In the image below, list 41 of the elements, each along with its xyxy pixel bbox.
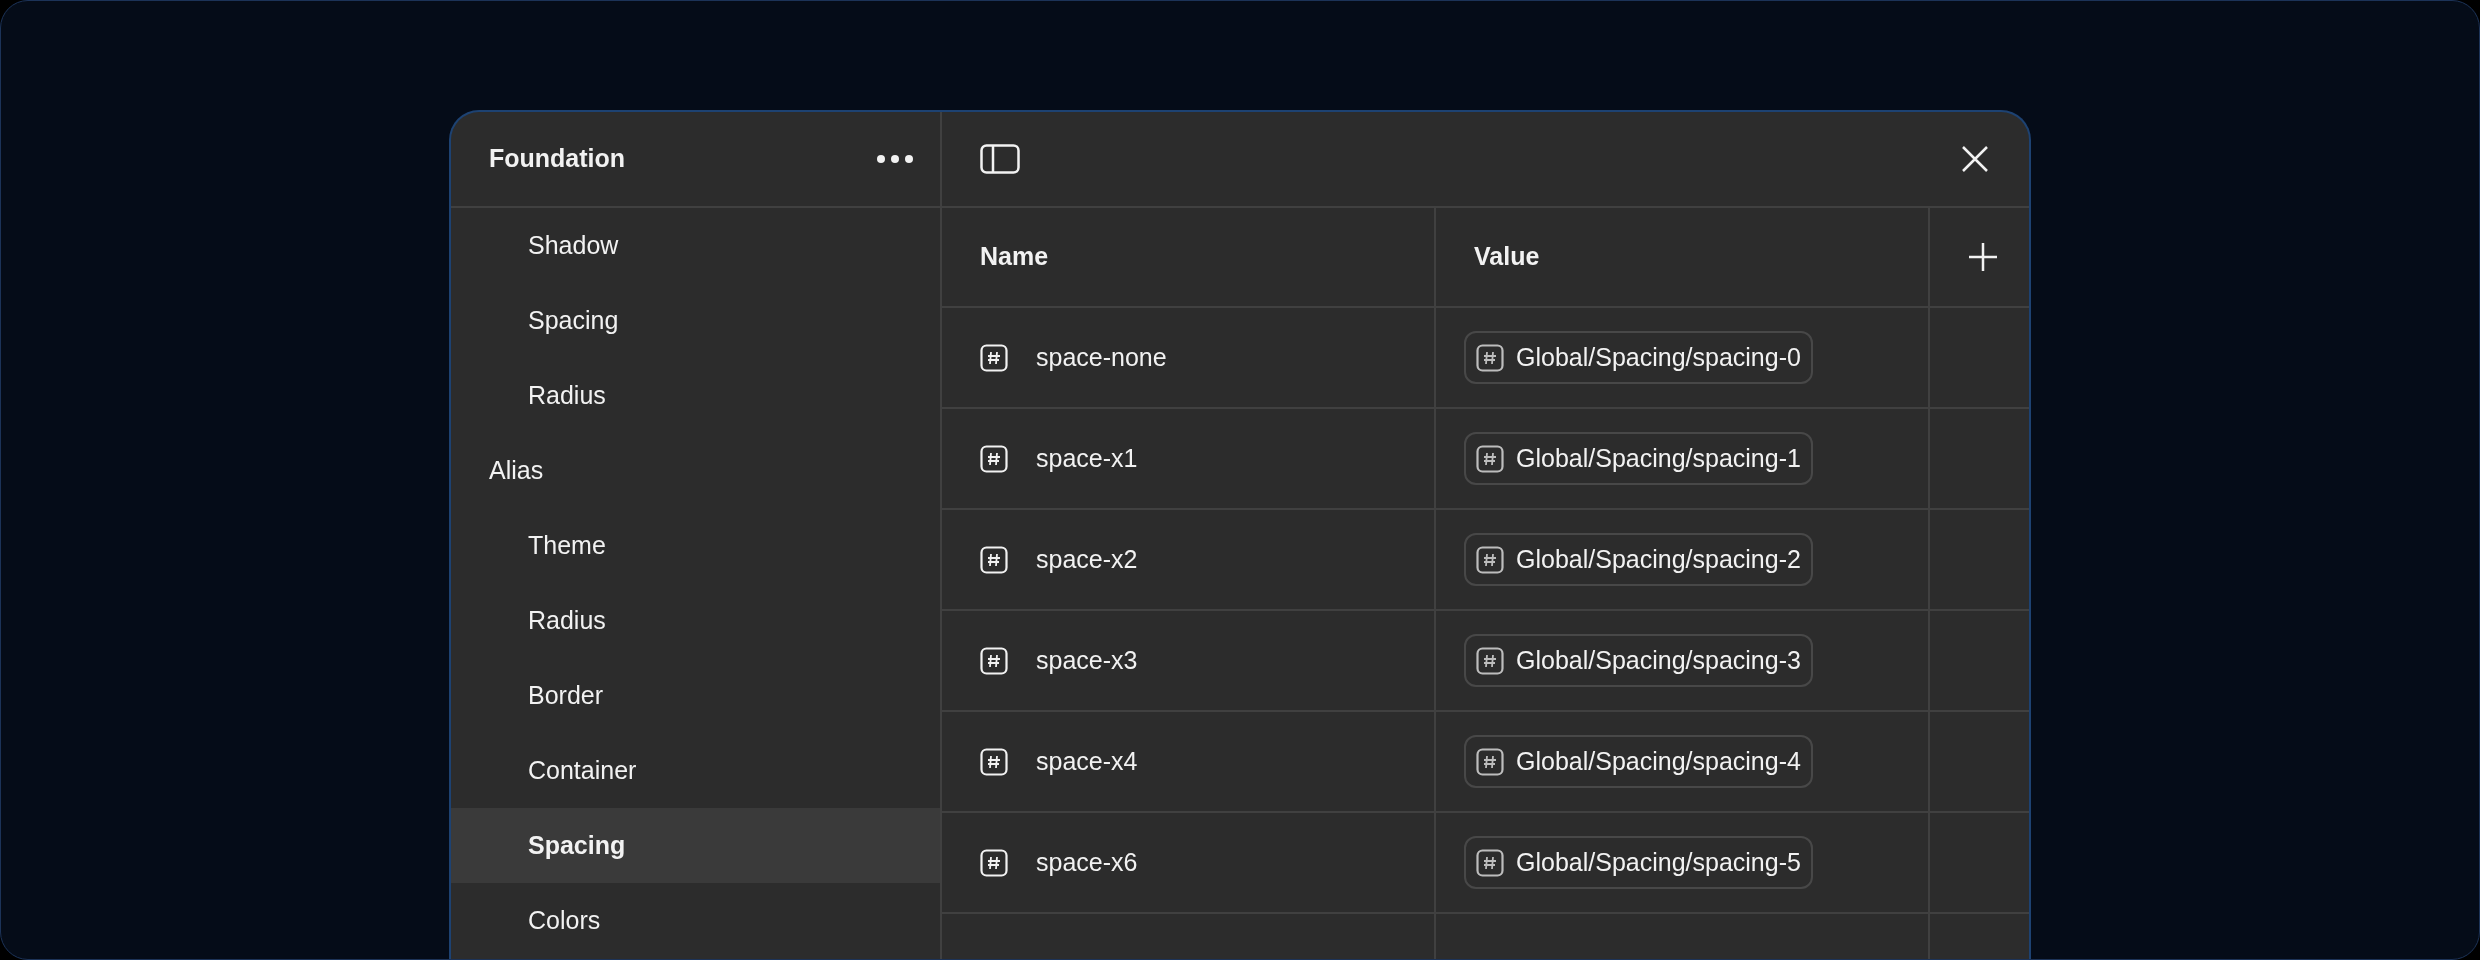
sidebar-item[interactable]: Radius — [451, 583, 940, 658]
hash-icon — [980, 646, 1008, 675]
sidebar-item[interactable]: Spacing — [451, 808, 940, 883]
sidebar-item[interactable]: Theme — [451, 508, 940, 583]
close-icon[interactable] — [1961, 145, 1989, 173]
sidebar-toggle-icon[interactable] — [980, 144, 1020, 174]
token-name: space-x1 — [1036, 442, 1138, 474]
token-name: space-x2 — [1036, 543, 1138, 575]
hash-icon — [1476, 343, 1504, 372]
sidebar-item[interactable]: Shadow — [451, 208, 940, 283]
hash-icon — [980, 747, 1008, 776]
panel-title: Foundation — [489, 143, 626, 175]
value-chip[interactable]: Global/Spacing/spacing-2 — [1464, 532, 1813, 587]
hash-icon — [980, 848, 1008, 877]
sidebar-item[interactable]: Alias — [451, 433, 940, 508]
add-icon[interactable] — [1968, 242, 1998, 272]
value-chip[interactable]: Global/Spacing/spacing-5 — [1464, 835, 1813, 890]
sidebar-item[interactable]: Colors — [451, 883, 940, 958]
value-chip[interactable]: Global/Spacing/spacing-0 — [1464, 330, 1813, 385]
hash-icon — [980, 545, 1008, 574]
token-name: space-none — [1036, 341, 1167, 373]
sidebar-item[interactable]: Container — [451, 733, 940, 808]
hash-icon — [1476, 747, 1504, 776]
sidebar-item[interactable]: Spacing — [451, 283, 940, 358]
column-header: Name — [942, 208, 1436, 308]
column-header: Value — [1436, 208, 1930, 308]
token-name: space-x6 — [1036, 846, 1138, 878]
sidebar-item[interactable]: Radius — [451, 358, 940, 433]
value-chip[interactable]: Global/Spacing/spacing-3 — [1464, 633, 1813, 688]
hash-icon — [980, 444, 1008, 473]
value-chip[interactable]: Global/Spacing/spacing-1 — [1464, 431, 1813, 486]
hash-icon — [1476, 444, 1504, 473]
value-chip[interactable]: Global/Spacing/spacing-4 — [1464, 734, 1813, 789]
more-icon[interactable] — [876, 154, 914, 164]
hash-icon — [1476, 545, 1504, 574]
hash-icon — [1476, 848, 1504, 877]
hash-icon — [1476, 646, 1504, 675]
sidebar-item[interactable]: Border — [451, 658, 940, 733]
token-name: space-x3 — [1036, 644, 1138, 676]
hash-icon — [980, 343, 1008, 372]
token-name: space-x4 — [1036, 745, 1138, 777]
